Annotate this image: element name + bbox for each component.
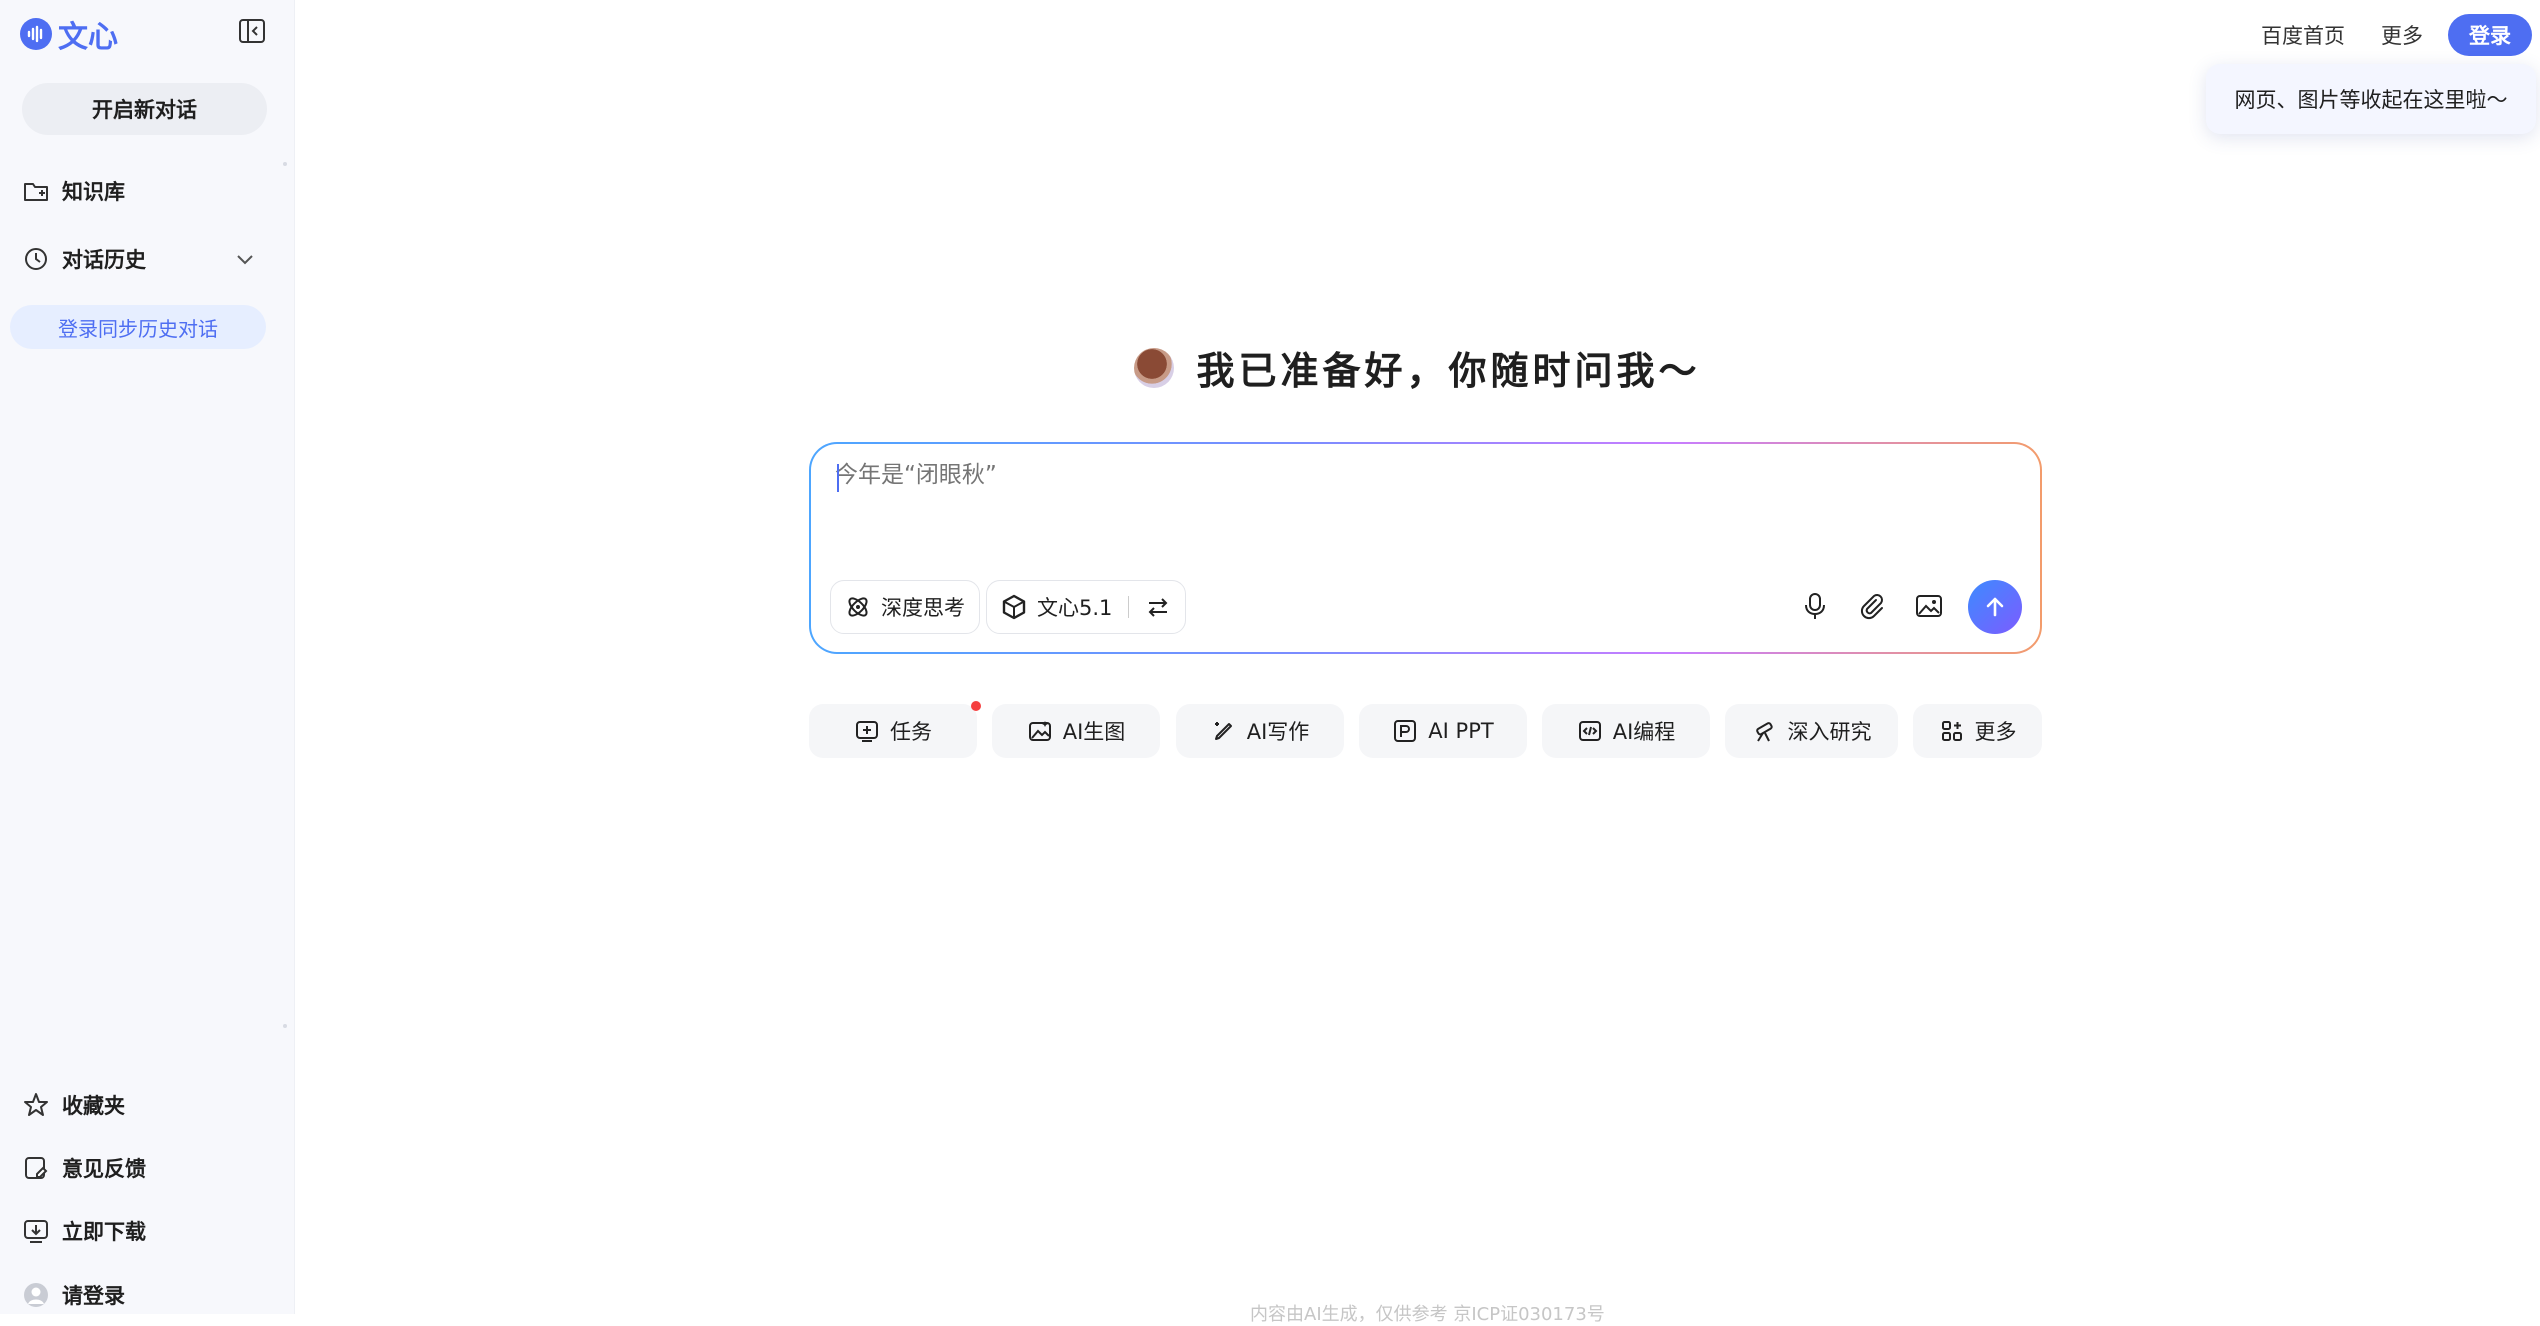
collapse-tip-tooltip: 网页、图片等收起在这里啦～ (2206, 64, 2536, 134)
coffee-emoji-icon (1134, 347, 1175, 388)
more-link[interactable]: 更多 (2381, 20, 2423, 50)
code-icon (1578, 721, 1601, 741)
chat-input-box: 深度思考 文心5.1 (809, 442, 2042, 654)
feedback-icon (25, 1157, 48, 1179)
atom-icon (848, 597, 868, 617)
microphone-icon[interactable] (1799, 590, 1831, 622)
star-icon (24, 1093, 48, 1116)
text-caret (837, 464, 839, 492)
attachment-icon[interactable] (1855, 590, 1887, 622)
quick-action-label: AI PPT (1428, 719, 1494, 743)
model-selector[interactable]: 文心5.1 (986, 580, 1187, 634)
divider (1128, 596, 1130, 618)
image-upload-icon[interactable] (1913, 590, 1945, 622)
quick-action-label: 深入研究 (1787, 720, 1872, 744)
pen-icon (1214, 722, 1232, 740)
sidebar-item-label: 知识库 (62, 180, 125, 204)
quick-action-label: 更多 (1974, 720, 2017, 744)
clock-icon (25, 248, 47, 270)
logo-icon (20, 18, 52, 50)
model-label: 文心5.1 (1037, 596, 1113, 620)
quick-action-task[interactable]: 任务 (809, 704, 977, 758)
ppt-icon (1394, 720, 1417, 742)
collapse-sidebar-icon[interactable] (238, 18, 266, 44)
cube-icon (1002, 594, 1026, 620)
quick-action-ai-coding[interactable]: AI编程 (1542, 704, 1710, 758)
quick-action-ai-image[interactable]: AI生图 (992, 704, 1160, 758)
sidebar: 文心 开启新对话 知识库 对话历史 登录同步历史对话 收藏夹 意见反馈 立即下载… (0, 0, 295, 1314)
avatar-icon (24, 1283, 48, 1307)
quick-action-ai-ppt[interactable]: AI PPT (1359, 704, 1527, 758)
chat-input[interactable] (835, 462, 1935, 488)
sidebar-item-label: 收藏夹 (62, 1094, 125, 1118)
greeting-text: 我已准备好，你随时问我～ (1196, 349, 1701, 393)
sidebar-item-label: 请登录 (62, 1284, 125, 1308)
chevron-down-icon[interactable] (234, 248, 256, 270)
greeting: 我已准备好，你随时问我～ (0, 340, 2540, 395)
footer-disclaimer: 内容由AI生成，仅供参考 京ICP证030173号 (1250, 1304, 1605, 1325)
new-chat-button[interactable]: 开启新对话 (22, 83, 267, 135)
quick-action-more[interactable]: 更多 (1913, 704, 2042, 758)
send-button[interactable] (1968, 580, 2022, 634)
folder-icon (24, 183, 48, 201)
image-gen-icon (1028, 721, 1051, 741)
sidebar-item-label: 立即下载 (62, 1220, 146, 1244)
apps-icon (1941, 721, 1962, 741)
sidebar-item-history[interactable]: 对话历史 (22, 244, 146, 274)
sidebar-item-label: 对话历史 (62, 248, 146, 272)
login-button[interactable]: 登录 (2448, 14, 2532, 56)
sidebar-item-favorites[interactable]: 收藏夹 (22, 1090, 125, 1120)
quick-action-label: AI编程 (1612, 720, 1676, 744)
sidebar-item-label: 意见反馈 (62, 1157, 146, 1181)
baidu-home-link[interactable]: 百度首页 (2261, 20, 2345, 50)
download-icon (24, 1220, 48, 1243)
telescope-icon (1755, 722, 1773, 742)
deep-think-toggle[interactable]: 深度思考 (830, 580, 980, 634)
sidebar-item-download[interactable]: 立即下载 (22, 1216, 146, 1246)
switch-icon[interactable] (1145, 594, 1171, 620)
deep-think-label: 深度思考 (881, 596, 965, 620)
task-icon (856, 721, 878, 742)
notification-dot (971, 701, 981, 711)
quick-action-deep-research[interactable]: 深入研究 (1725, 704, 1898, 758)
logo-text: 文心 (58, 20, 118, 55)
logo[interactable]: 文心 (20, 12, 118, 56)
sidebar-item-login[interactable]: 请登录 (22, 1280, 125, 1310)
sidebar-item-feedback[interactable]: 意见反馈 (22, 1153, 146, 1183)
quick-action-label: AI生图 (1062, 720, 1126, 744)
quick-action-ai-writing[interactable]: AI写作 (1176, 704, 1344, 758)
quick-action-label: 任务 (890, 720, 932, 744)
arrow-up-icon (1986, 597, 2004, 617)
quick-action-label: AI写作 (1246, 720, 1310, 744)
scroll-indicator (283, 1024, 287, 1028)
scroll-indicator (283, 162, 287, 166)
sidebar-item-knowledge[interactable]: 知识库 (22, 176, 125, 206)
